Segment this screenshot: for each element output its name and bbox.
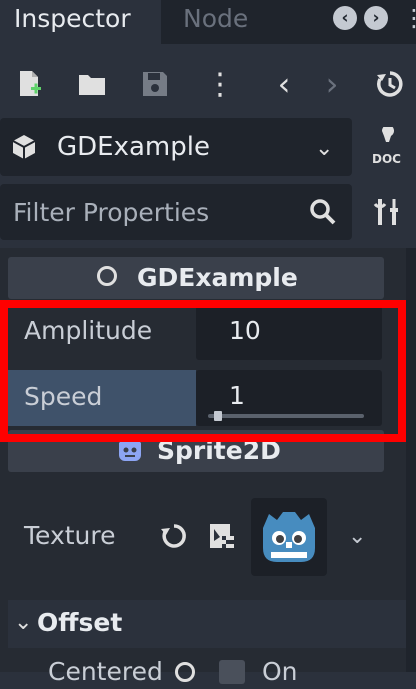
history-forward-icon[interactable]: › (314, 65, 350, 103)
texture-preview[interactable] (251, 498, 327, 576)
doc-icon-label: DOC (372, 152, 401, 166)
section-title-offset[interactable]: Offset (37, 605, 122, 641)
new-resource-icon[interactable] (12, 66, 48, 102)
offset-expand-icon[interactable]: ⌄ (14, 610, 32, 635)
tools-icon[interactable] (372, 196, 404, 232)
object-selector-label: GDExample (57, 132, 210, 162)
tab-node[interactable]: Node (183, 1, 248, 37)
annotation-highlight-box (0, 300, 406, 442)
script-circle-icon (97, 266, 117, 286)
search-icon (309, 198, 337, 230)
centered-value: On (262, 657, 298, 686)
scroll-tabs-right-icon[interactable]: › (364, 6, 388, 30)
save-icon[interactable] (137, 66, 173, 102)
revert-icon[interactable] (160, 522, 188, 554)
scrollbar[interactable] (406, 248, 416, 672)
history-back-icon[interactable]: ‹ (266, 65, 302, 103)
filter-placeholder[interactable]: Filter Properties (13, 196, 209, 230)
scroll-tabs-left-icon[interactable]: ‹ (333, 6, 357, 30)
texture-checker-icon[interactable] (208, 521, 236, 555)
centered-checkbox[interactable] (219, 660, 245, 684)
texture-label: Texture (24, 521, 116, 550)
node-cube-icon (10, 133, 38, 165)
more-menu-icon[interactable]: ⋮ (202, 66, 238, 102)
tab-inspector[interactable]: Inspector (14, 1, 131, 37)
history-icon[interactable] (372, 66, 408, 102)
texture-dropdown-icon[interactable]: ⌄ (348, 524, 366, 549)
section-title-gdexample: GDExample (137, 263, 298, 292)
chevron-down-icon[interactable]: ⌄ (315, 136, 333, 161)
centered-label: Centered (48, 657, 163, 686)
tab-menu-icon[interactable]: ⋮ (402, 6, 416, 30)
godot-logo-icon (263, 512, 315, 562)
revert-circle-icon[interactable] (175, 662, 195, 682)
open-folder-icon[interactable] (74, 66, 110, 102)
doc-icon[interactable]: DOC (370, 124, 406, 167)
